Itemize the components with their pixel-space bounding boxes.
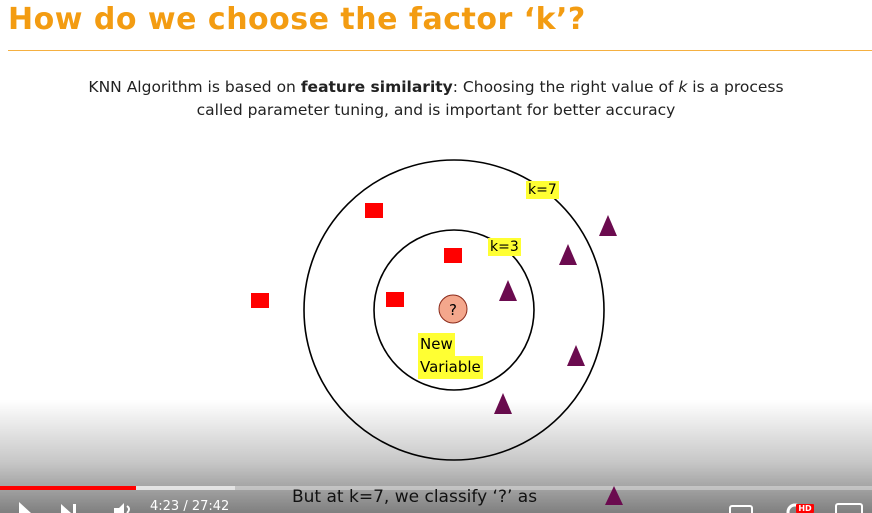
class-a-square bbox=[444, 248, 462, 263]
progress-played bbox=[0, 486, 137, 490]
class-b-triangle bbox=[559, 244, 577, 265]
volume-icon[interactable] bbox=[112, 500, 136, 513]
time-display: 4:23 / 27:42 bbox=[150, 500, 230, 513]
play-icon[interactable] bbox=[18, 500, 32, 513]
fullscreen-icon[interactable] bbox=[834, 500, 864, 513]
query-symbol: ? bbox=[449, 301, 457, 319]
next-icon[interactable] bbox=[60, 500, 78, 513]
new-variable-label: New Variable bbox=[418, 333, 483, 379]
hd-badge: HD bbox=[796, 504, 814, 513]
k7-label: k=7 bbox=[526, 181, 559, 199]
new-variable-line-1: New bbox=[418, 333, 455, 356]
class-b-triangle bbox=[599, 215, 617, 236]
k3-label: k=3 bbox=[488, 238, 521, 256]
subtitles-icon[interactable] bbox=[728, 500, 754, 513]
player-controls: 4:23 / 27:42 HD bbox=[0, 500, 872, 513]
class-b-triangle bbox=[567, 345, 585, 366]
new-variable-line-2: Variable bbox=[418, 356, 483, 379]
class-a-square bbox=[365, 203, 383, 218]
class-b-triangle bbox=[499, 280, 517, 301]
class-a-square bbox=[251, 293, 269, 308]
class-a-square bbox=[386, 292, 404, 307]
